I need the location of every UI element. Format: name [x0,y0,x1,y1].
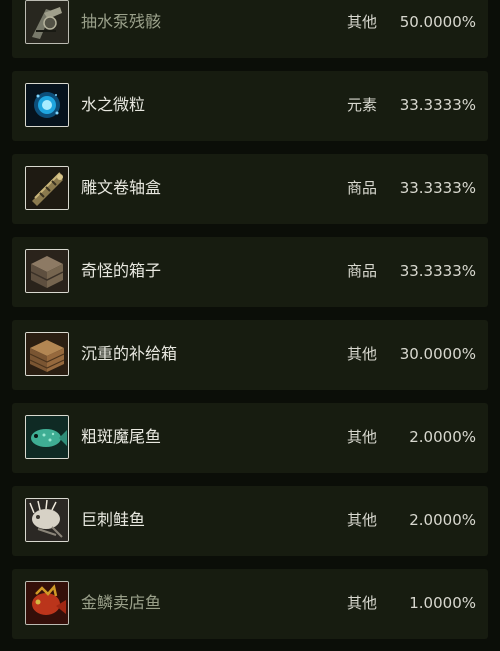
item-category: 商品 [347,262,378,280]
pump-wreckage-icon [25,0,69,44]
golden-fish-icon [25,581,69,625]
item-category: 元素 [347,96,378,114]
item-category: 其他 [347,594,378,612]
item-category: 其他 [347,345,378,363]
supply-crate-icon [25,332,69,376]
item-name: 抽水泵残骸 [81,12,162,31]
spotted-fish-icon [25,415,69,459]
drop-rate: 33.3333% [399,96,476,114]
spiny-salmon-icon [25,498,69,542]
drop-row[interactable]: 水之微粒 元素 33.3333% [12,71,488,141]
item-name: 水之微粒 [81,95,146,114]
drop-row[interactable]: 金鳞卖店鱼 其他 1.0000% [12,569,488,639]
drop-rate: 33.3333% [399,262,476,280]
item-name: 金鳞卖店鱼 [81,593,162,612]
strange-crate-icon [25,249,69,293]
item-name: 雕文卷轴盒 [81,178,162,197]
drop-rate: 30.0000% [399,345,476,363]
water-mote-icon [25,83,69,127]
drop-rate: 2.0000% [409,511,476,529]
scroll-case-icon [25,166,69,210]
drop-row[interactable]: 沉重的补给箱 其他 30.0000% [12,320,488,390]
drop-row[interactable]: 巨刺鲑鱼 其他 2.0000% [12,486,488,556]
item-name: 粗斑魔尾鱼 [81,427,162,446]
drop-rate: 2.0000% [409,428,476,446]
drop-row[interactable]: 奇怪的箱子 商品 33.3333% [12,237,488,307]
drop-rate: 33.3333% [399,179,476,197]
drop-rate: 1.0000% [409,594,476,612]
item-category: 其他 [347,428,378,446]
drop-row[interactable]: 抽水泵残骸 其他 50.0000% [12,0,488,58]
drop-rate: 50.0000% [399,13,476,31]
item-category: 商品 [347,179,378,197]
item-name: 沉重的补给箱 [81,344,178,363]
item-category: 其他 [347,511,378,529]
drop-row[interactable]: 粗斑魔尾鱼 其他 2.0000% [12,403,488,473]
item-category: 其他 [347,13,378,31]
drop-row[interactable]: 雕文卷轴盒 商品 33.3333% [12,154,488,224]
item-name: 巨刺鲑鱼 [81,510,146,529]
item-name: 奇怪的箱子 [81,261,162,280]
